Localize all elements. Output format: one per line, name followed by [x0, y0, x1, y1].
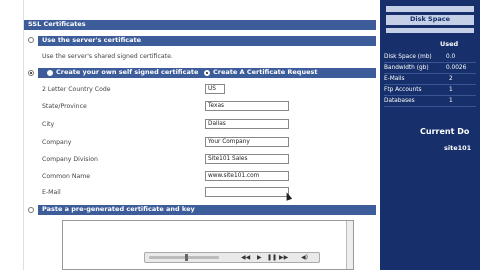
- country-code-input[interactable]: US: [205, 84, 225, 94]
- server-cert-label: Use the server's certificate: [42, 36, 142, 44]
- usage-value: 2: [449, 76, 453, 82]
- paste-option[interactable]: Paste a pre-generated certificate and ke…: [38, 205, 376, 215]
- company-division-label: Company Division: [42, 156, 98, 163]
- current-domain-label: Current Do: [420, 127, 470, 136]
- usage-row: Ftp Accounts 1: [384, 85, 476, 96]
- used-header: Used: [440, 40, 459, 48]
- usage-label: Databases: [384, 98, 415, 104]
- usage-row: Databases 1: [384, 96, 476, 107]
- play-icon[interactable]: ▶: [257, 254, 262, 261]
- self-signed-label[interactable]: Create your own self signed certificate: [56, 68, 198, 77]
- usage-label: Bandwidth (gb): [384, 65, 429, 71]
- common-name-label: Common Name: [42, 173, 91, 180]
- seek-handle[interactable]: [185, 254, 188, 261]
- self-signed-option: Create your own self signed certificate …: [38, 68, 376, 78]
- mouse-pointer-icon: [283, 191, 293, 201]
- forward-icon[interactable]: ▶▶: [279, 254, 288, 261]
- self-signed-radio[interactable]: [47, 69, 53, 76]
- server-cert-description: Use the server's shared signed certifica…: [42, 53, 173, 60]
- server-cert-option[interactable]: Use the server's certificate: [38, 36, 376, 46]
- section-title: SSL Certificates: [28, 20, 86, 28]
- section-header: SSL Certificates: [24, 20, 376, 30]
- current-domain-value: site101: [444, 144, 472, 152]
- pause-icon[interactable]: ❚❚: [267, 254, 277, 261]
- city-input[interactable]: Dallas: [205, 119, 289, 129]
- account-sidebar: Disk Space Used Disk Space (mb) 0.0 Band…: [380, 0, 480, 270]
- usage-value: 1: [449, 87, 453, 93]
- usage-row: E-Mails 2: [384, 74, 476, 85]
- usage-value: 0.0: [446, 54, 456, 60]
- state-label: State/Province: [42, 103, 87, 110]
- sidebar-top-bar: [386, 6, 474, 12]
- company-label: Company: [42, 139, 72, 146]
- sidebar-divider: [386, 28, 474, 33]
- request-radio[interactable]: [204, 69, 210, 76]
- company-input[interactable]: Your Company: [205, 137, 289, 147]
- disk-space-title: Disk Space: [386, 15, 474, 25]
- city-label: City: [42, 121, 55, 128]
- paste-label: Paste a pre-generated certificate and ke…: [42, 205, 195, 213]
- country-code-label: 2 Letter Country Code: [42, 86, 111, 93]
- usage-row: Bandwidth (gb) 0.0026: [384, 63, 476, 74]
- company-division-input[interactable]: Site101 Sales: [205, 154, 289, 164]
- video-player-controls: ◀◀ ▶ ❚❚ ▶▶ ◀): [144, 252, 320, 263]
- left-rail: [0, 0, 24, 270]
- usage-value: 1: [449, 98, 453, 104]
- usage-table: Disk Space (mb) 0.0 Bandwidth (gb) 0.002…: [384, 52, 476, 107]
- request-label[interactable]: Create A Certificate Request: [213, 68, 317, 77]
- usage-row: Disk Space (mb) 0.0: [384, 52, 476, 63]
- state-input[interactable]: Texas: [205, 101, 289, 111]
- usage-value: 0.0026: [446, 65, 467, 71]
- usage-label: Ftp Accounts: [384, 87, 422, 93]
- email-input[interactable]: [205, 187, 289, 197]
- textarea-scrollbar[interactable]: [346, 221, 353, 269]
- usage-label: E-Mails: [384, 76, 405, 82]
- seek-bar[interactable]: [149, 256, 219, 259]
- usage-label: Disk Space (mb): [384, 54, 432, 60]
- email-label: E-Mail: [42, 189, 61, 196]
- volume-icon[interactable]: ◀): [301, 254, 308, 261]
- rewind-icon[interactable]: ◀◀: [241, 254, 250, 261]
- common-name-input[interactable]: www.site101.com: [205, 171, 289, 181]
- server-cert-radio[interactable]: [28, 37, 34, 43]
- self-signed-group-radio[interactable]: [28, 70, 34, 76]
- paste-radio[interactable]: [28, 207, 34, 213]
